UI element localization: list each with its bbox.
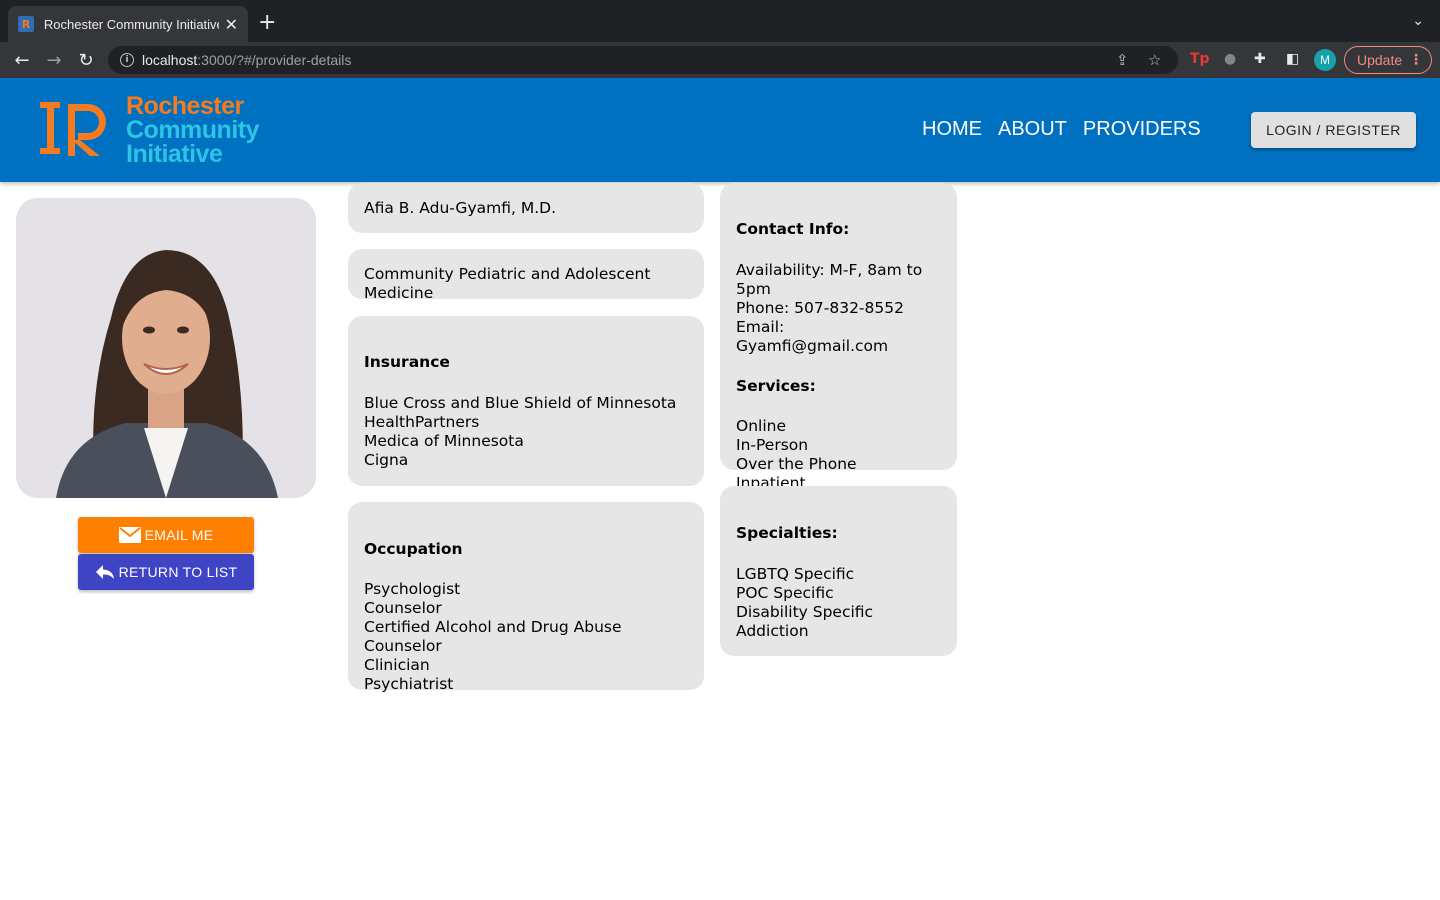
browser-toolbar: ← → ↻ i localhost:3000/?#/provider-detai… (0, 42, 1440, 78)
update-button[interactable]: Update ⋮ (1344, 46, 1432, 74)
address-bar[interactable]: i localhost:3000/?#/provider-details ⇪ ☆ (108, 46, 1178, 74)
contact-heading: Contact Info: (736, 220, 850, 238)
url-path: :3000/?#/provider-details (197, 52, 352, 68)
new-tab-icon[interactable]: + (258, 12, 276, 34)
nav-about[interactable]: ABOUT (998, 118, 1067, 141)
side-panel-icon[interactable]: ◧ (1286, 51, 1299, 67)
bookmark-star-icon[interactable]: ☆ (1148, 51, 1161, 69)
browser-tab[interactable]: R Rochester Community Initiative ✕ (8, 6, 248, 42)
reload-icon[interactable]: ↻ (74, 48, 98, 72)
practice-name: Community Pediatric and Adolescent Medic… (364, 265, 651, 302)
specialties-card: Specialties: LGBTQ Specific POC Specific… (720, 486, 957, 656)
site-header: Rochester Community Initiative HOME ABOU… (0, 78, 1440, 182)
service-item: In-Person (736, 436, 809, 454)
extensions-puzzle-icon[interactable]: ✚ (1254, 51, 1266, 67)
back-icon[interactable]: ← (10, 48, 34, 72)
return-to-list-button[interactable]: RETURN TO LIST (78, 554, 254, 590)
specialty-item: LGBTQ Specific (736, 565, 855, 583)
extension-tp-icon[interactable]: Tp (1190, 51, 1210, 67)
login-register-button[interactable]: LOGIN / REGISTER (1251, 112, 1416, 148)
reply-arrow-icon (95, 564, 115, 580)
tab-title: Rochester Community Initiative (43, 16, 219, 32)
logo-line-community: Community (126, 116, 260, 144)
site-info-icon[interactable]: i (120, 53, 134, 67)
nav-providers[interactable]: PROVIDERS (1083, 118, 1201, 141)
logo-line-initiative: Initiative (126, 140, 223, 168)
occupation-item: Psychiatrist (364, 675, 454, 693)
services-heading: Services: (736, 377, 816, 395)
menu-dots-icon[interactable]: ⋮ (1409, 52, 1423, 68)
url-host: localhost (142, 52, 198, 68)
specialty-item: Disability Specific (736, 603, 874, 621)
forward-icon[interactable]: → (42, 48, 66, 72)
occupation-item: Psychologist (364, 580, 461, 598)
logo-wordmark: Rochester Community Initiative (126, 92, 260, 168)
tab-list-chevron-icon[interactable]: ⌄ (1412, 13, 1424, 29)
insurance-card: Insurance Blue Cross and Blue Shield of … (348, 316, 704, 486)
occupation-card: Occupation Psychologist Counselor Certif… (348, 502, 704, 693)
insurance-heading: Insurance (364, 353, 450, 371)
return-to-list-label: RETURN TO LIST (118, 564, 238, 580)
email-me-button[interactable]: EMAIL ME (78, 517, 254, 553)
insurance-item: Medica of Minnesota (364, 432, 524, 450)
availability-text: Availability: M-F, 8am to 5pm (736, 261, 923, 298)
insurance-item: Blue Cross and Blue Shield of Minnesota (364, 394, 677, 412)
insurance-item: Cigna (364, 451, 409, 469)
email-text: Email: Gyamfi@gmail.com (736, 318, 889, 355)
insurance-item: HealthPartners (364, 413, 480, 431)
browser-tab-bar: R Rochester Community Initiative ✕ + ⌄ (0, 0, 1440, 42)
logo-line-rochester: Rochester (126, 92, 244, 120)
provider-name: Afia B. Adu-Gyamfi, M.D. (364, 199, 556, 217)
nav-home[interactable]: HOME (922, 118, 982, 141)
specialties-heading: Specialties: (736, 524, 838, 542)
site-logo[interactable]: Rochester Community Initiative (40, 92, 310, 168)
main-nav: HOME ABOUT PROVIDERS (922, 118, 1201, 141)
occupation-heading: Occupation (364, 540, 463, 558)
provider-name-card: Afia B. Adu-Gyamfi, M.D. (348, 183, 704, 233)
extension-gray-icon[interactable]: ● (1224, 51, 1236, 67)
close-tab-icon[interactable]: ✕ (225, 15, 238, 34)
share-icon[interactable]: ⇪ (1116, 51, 1129, 69)
occupation-item: Clinician (364, 656, 430, 674)
specialty-item: Addiction (736, 622, 809, 640)
profile-avatar[interactable]: M (1314, 49, 1336, 71)
service-item: Over the Phone (736, 455, 857, 473)
mail-icon (118, 527, 141, 543)
contact-info-card: Contact Info: Availability: M-F, 8am to … (720, 183, 957, 492)
specialty-item: POC Specific (736, 584, 834, 602)
email-me-label: EMAIL ME (144, 527, 214, 543)
logo-ir-icon (40, 102, 106, 156)
update-label: Update (1357, 52, 1403, 68)
site-favicon-icon: R (18, 16, 34, 32)
provider-photo (16, 198, 316, 498)
occupation-item: Certified Alcohol and Drug Abuse Counsel… (364, 618, 622, 655)
practice-card: Community Pediatric and Adolescent Medic… (348, 249, 704, 302)
service-item: Online (736, 417, 786, 435)
occupation-item: Counselor (364, 599, 442, 617)
phone-text: Phone: 507-832-8552 (736, 299, 904, 317)
